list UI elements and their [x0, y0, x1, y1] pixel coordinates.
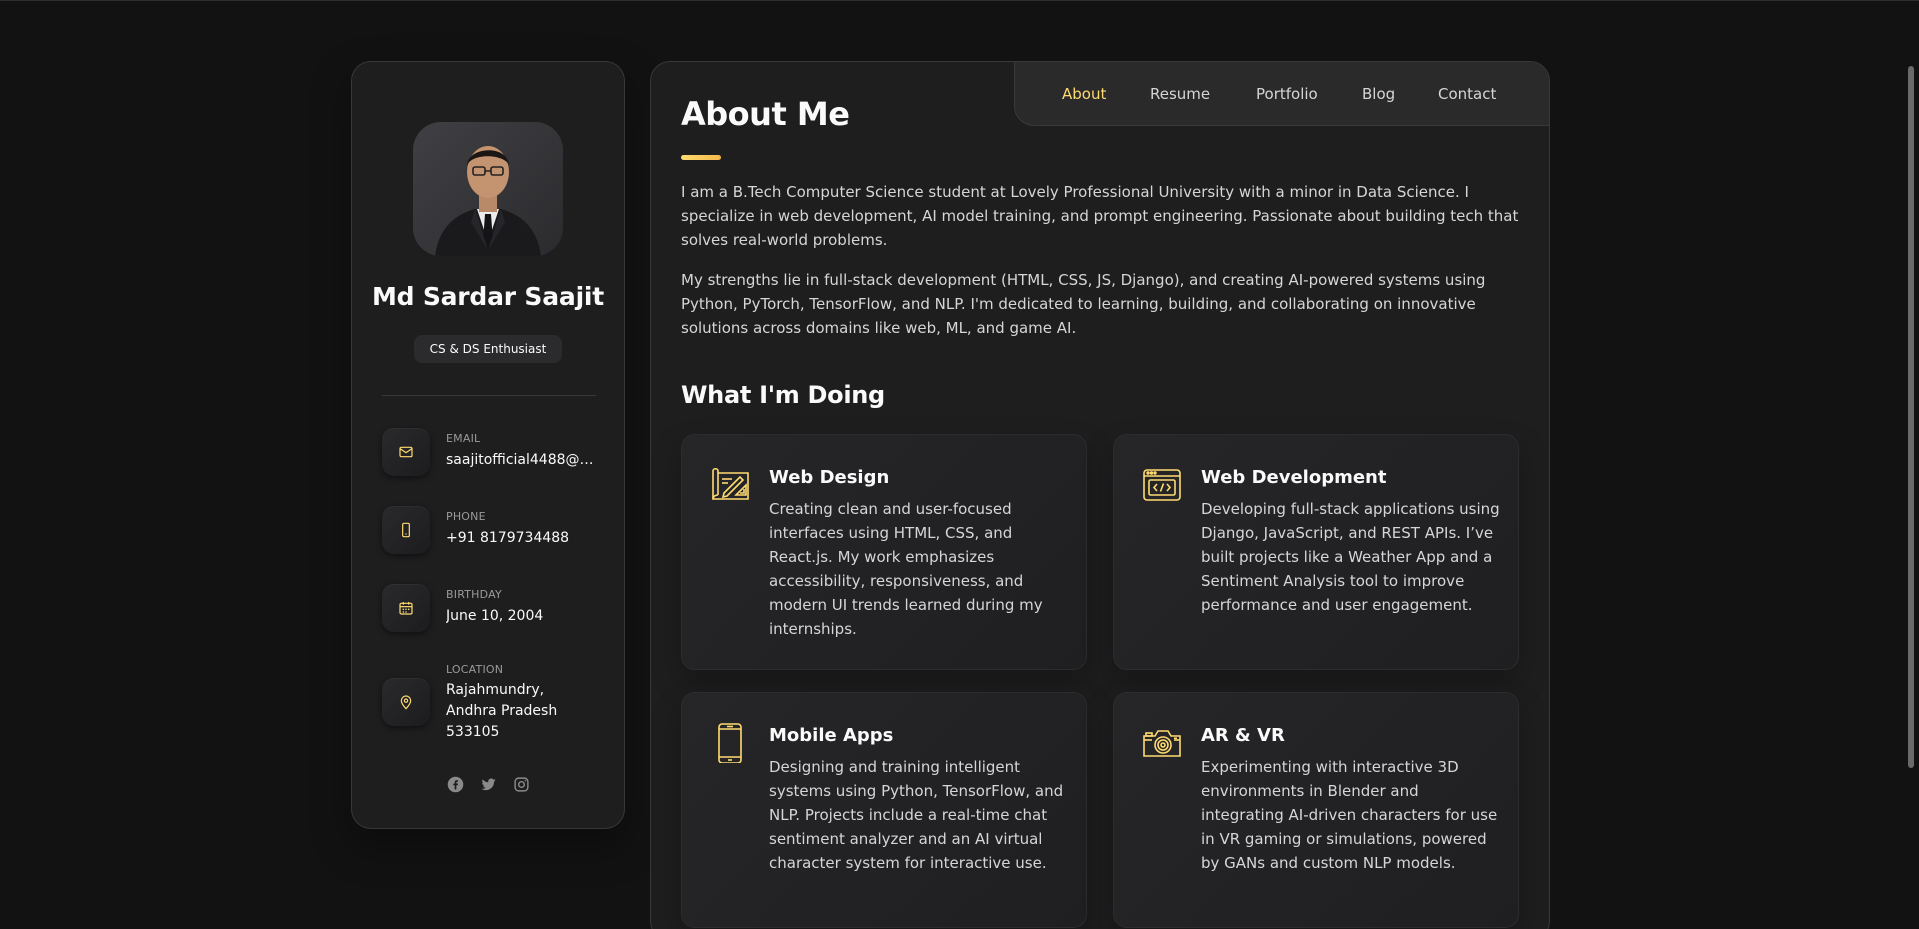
- service-card-ar-vr: AR & VR Experimenting with interactive 3…: [1113, 692, 1519, 928]
- service-text: Designing and training intelligent syste…: [769, 758, 1064, 872]
- social-links: [352, 776, 624, 793]
- sidebar-separator: [382, 395, 596, 396]
- service-title: Web Design: [769, 467, 890, 488]
- window-top-border: [0, 0, 1919, 1]
- instagram-icon[interactable]: [513, 776, 530, 793]
- navbar: About Resume Portfolio Blog Contact: [1014, 62, 1549, 126]
- page-title: About Me: [681, 95, 850, 133]
- service-card-mobile-apps: Mobile Apps Designing and training intel…: [681, 692, 1087, 928]
- contact-label: BIRTHDAY: [446, 588, 502, 601]
- facebook-icon[interactable]: [447, 776, 464, 793]
- services-heading: What I'm Doing: [681, 381, 885, 409]
- nav-portfolio[interactable]: Portfolio: [1256, 85, 1318, 103]
- location-icon: [382, 678, 430, 726]
- mail-icon: [382, 428, 430, 476]
- contact-label: LOCATION: [446, 663, 504, 676]
- avatar: [413, 122, 563, 256]
- service-text: Creating clean and user-focused interfac…: [769, 500, 1043, 638]
- page-scrollbar[interactable]: [1908, 66, 1914, 768]
- phone-icon: [382, 506, 430, 554]
- service-card-web-development: Web Development Developing full-stack ap…: [1113, 434, 1519, 670]
- nav-contact[interactable]: Contact: [1438, 85, 1496, 103]
- mobile-icon: [710, 723, 750, 764]
- profile-name: Md Sardar Saajit: [371, 282, 605, 311]
- avatar-photo: [435, 146, 541, 256]
- nav-resume[interactable]: Resume: [1150, 85, 1210, 103]
- nav-blog[interactable]: Blog: [1362, 85, 1395, 103]
- contact-label: EMAIL: [446, 432, 481, 445]
- profile-sidebar: Md Sardar Saajit CS & DS Enthusiast EMAI…: [351, 61, 625, 829]
- service-text: Developing full-stack applications using…: [1201, 500, 1500, 614]
- service-title: AR & VR: [1201, 725, 1285, 746]
- twitter-icon[interactable]: [480, 776, 497, 793]
- design-icon: [710, 465, 750, 505]
- service-title: Web Development: [1201, 467, 1387, 488]
- code-icon: [1142, 465, 1182, 505]
- service-text: Experimenting with interactive 3D enviro…: [1201, 758, 1498, 872]
- camera-icon: [1142, 723, 1182, 763]
- calendar-icon: [382, 584, 430, 632]
- service-card-web-design: Web Design Creating clean and user-focus…: [681, 434, 1087, 670]
- contact-label: PHONE: [446, 510, 486, 523]
- email-link[interactable]: saajitofficial4488@g...: [446, 450, 596, 471]
- nav-about[interactable]: About: [1062, 85, 1106, 103]
- profile-title-badge: CS & DS Enthusiast: [414, 335, 562, 363]
- main-content: About Resume Portfolio Blog Contact Abou…: [650, 61, 1550, 929]
- service-title: Mobile Apps: [769, 725, 894, 746]
- about-paragraph-1: I am a B.Tech Computer Science student a…: [681, 183, 1519, 249]
- phone-link[interactable]: +91 8179734488: [446, 528, 596, 549]
- about-paragraph-2: My strengths lie in full-stack developme…: [681, 271, 1486, 337]
- title-underline: [681, 155, 721, 160]
- birthday-value: June 10, 2004: [446, 608, 544, 624]
- location-value: Rajahmundry, Andhra Pradesh 533105: [446, 682, 558, 740]
